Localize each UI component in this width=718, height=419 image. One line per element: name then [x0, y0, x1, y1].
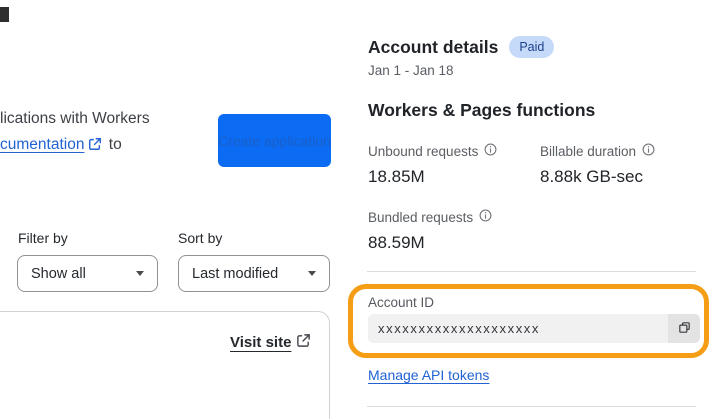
intro-line1: lications with Workers [0, 110, 150, 127]
stat-value: 88.59M [368, 233, 425, 252]
copy-icon [677, 320, 692, 338]
manage-api-tokens-link[interactable]: Manage API tokens [368, 367, 489, 383]
divider [367, 271, 696, 272]
stat-label: Billable duration [540, 143, 718, 159]
account-details-heading: Account details Paid [368, 36, 555, 58]
filter-by-label: Filter by [18, 230, 68, 246]
external-link-icon [296, 333, 311, 352]
filter-select[interactable]: Show all [17, 255, 158, 292]
stat-bundled-requests: Bundled requests 88.59M [368, 209, 558, 253]
stat-unbound-requests: Unbound requests 18.85M [368, 143, 558, 187]
chevron-down-icon [308, 271, 316, 276]
visit-site-link[interactable]: Visit site [230, 333, 311, 352]
visit-site-label: Visit site [230, 334, 292, 351]
sort-select-value: Last modified [192, 265, 279, 282]
chevron-down-icon [136, 271, 144, 276]
date-range: Jan 1 - Jan 18 [368, 63, 454, 78]
divider [367, 406, 696, 407]
info-icon[interactable] [479, 209, 492, 225]
account-id-input[interactable] [368, 314, 668, 343]
sort-select[interactable]: Last modified [178, 255, 330, 292]
info-icon[interactable] [642, 143, 655, 159]
stat-value: 18.85M [368, 167, 425, 186]
account-id-label: Account ID [368, 295, 435, 310]
workers-pages-functions-heading: Workers & Pages functions [368, 100, 596, 120]
copy-button[interactable] [668, 314, 700, 343]
paid-status-badge: Paid [509, 36, 555, 58]
info-icon[interactable] [484, 143, 497, 159]
stat-value: 8.88k GB-sec [540, 167, 643, 186]
page: lications with Workers cumentation to Cr… [0, 0, 718, 419]
sort-by-label: Sort by [178, 230, 223, 246]
stat-label: Unbound requests [368, 143, 558, 159]
account-details-title: Account details [368, 36, 499, 57]
external-link-icon [88, 134, 102, 160]
filter-select-value: Show all [31, 265, 86, 282]
intro-suffix: to [108, 136, 122, 153]
documentation-link[interactable]: cumentation [0, 136, 84, 153]
create-application-button[interactable]: Create application [218, 114, 331, 167]
stat-label: Bundled requests [368, 209, 558, 225]
intro-text: lications with Workers cumentation to [0, 106, 210, 160]
account-id-field-group [368, 314, 700, 343]
application-card [0, 311, 330, 419]
cropped-ui-fragment [0, 7, 9, 22]
stat-billable-duration: Billable duration 8.88k GB-sec [540, 143, 718, 187]
